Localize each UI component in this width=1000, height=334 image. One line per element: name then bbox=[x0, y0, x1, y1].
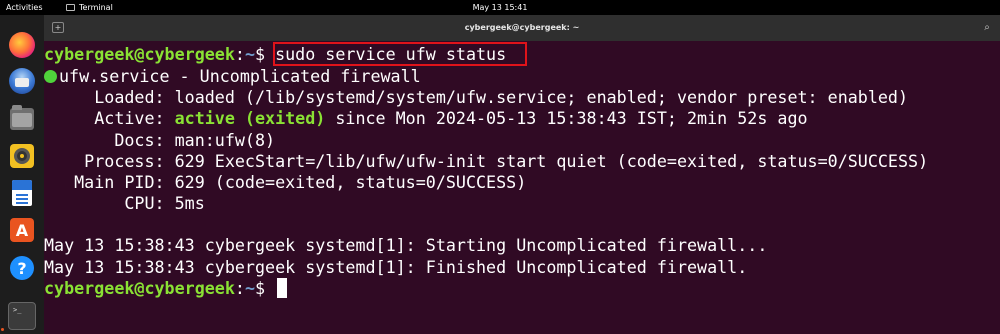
dock-item-firefox[interactable] bbox=[6, 29, 38, 61]
firefox-icon bbox=[9, 32, 35, 58]
prompt-symbol: $ bbox=[254, 278, 276, 298]
files-icon bbox=[10, 105, 34, 130]
prompt-path: ~ bbox=[244, 278, 255, 298]
terminal-glyph: >_ bbox=[13, 306, 22, 314]
docs-line: Docs: man:ufw(8) bbox=[44, 130, 276, 150]
prompt-path: ~ bbox=[244, 44, 255, 64]
active-indicator bbox=[1, 328, 4, 331]
prompt-user: cybergeek@cybergeek bbox=[44, 278, 235, 298]
dock-item-thunderbird[interactable] bbox=[6, 65, 38, 97]
loaded-line: Loaded: loaded (/lib/systemd/system/ufw.… bbox=[44, 87, 909, 107]
thunderbird-icon bbox=[9, 68, 35, 94]
cpu-line: CPU: 5ms bbox=[44, 193, 205, 213]
app-center-icon: A bbox=[10, 218, 34, 242]
text-cursor bbox=[277, 278, 288, 298]
prompt-line-2: cybergeek@cybergeek:~$ bbox=[44, 278, 288, 300]
dock-item-help[interactable]: ? bbox=[6, 252, 38, 284]
terminal-icon: >_ bbox=[8, 302, 36, 330]
dock-item-app-center[interactable]: A bbox=[6, 214, 38, 246]
dock-item-rhythmbox[interactable] bbox=[6, 140, 38, 172]
dock: A ? >_ bbox=[0, 15, 44, 334]
active-rest: since Mon 2024-05-13 15:38:43 IST; 2min … bbox=[325, 108, 808, 128]
writer-icon bbox=[12, 180, 32, 206]
window-title: cybergeek@cybergeek: ~ bbox=[464, 23, 580, 32]
terminal-output[interactable]: cybergeek@cybergeek:~$ sudo service ufw … bbox=[44, 41, 1000, 334]
prompt-user: cybergeek@cybergeek bbox=[44, 44, 235, 64]
dock-item-terminal[interactable]: >_ bbox=[6, 300, 38, 332]
mainpid-line: Main PID: 629 (code=exited, status=0/SUC… bbox=[44, 172, 527, 192]
top-bar: Activities Terminal May 13 15:41 bbox=[0, 0, 1000, 15]
search-icon[interactable]: ⌕ bbox=[980, 21, 994, 35]
active-status: active (exited) bbox=[174, 108, 326, 128]
dock-item-files[interactable] bbox=[6, 103, 38, 135]
dock-item-writer[interactable] bbox=[6, 177, 38, 209]
service-text: ufw.service - Uncomplicated firewall bbox=[59, 66, 421, 86]
log-line: May 13 15:38:43 cybergeek systemd[1]: St… bbox=[44, 235, 768, 255]
help-icon: ? bbox=[10, 256, 34, 280]
process-line: Process: 629 ExecStart=/lib/ufw/ufw-init… bbox=[44, 151, 929, 171]
clock[interactable]: May 13 15:41 bbox=[473, 3, 528, 12]
active-label: Active: bbox=[44, 108, 175, 128]
prompt-separator: : bbox=[234, 44, 245, 64]
terminal-header-bar: + cybergeek@cybergeek: ~ ⌕ bbox=[44, 15, 1000, 41]
status-dot-icon bbox=[44, 70, 57, 83]
active-line: Active: active (exited) since Mon 2024-0… bbox=[44, 108, 808, 130]
clock-container: May 13 15:41 bbox=[0, 0, 1000, 15]
log-line: May 13 15:38:43 cybergeek systemd[1]: Fi… bbox=[44, 257, 748, 277]
service-line: ufw.service - Uncomplicated firewall bbox=[44, 66, 421, 88]
prompt-separator: : bbox=[234, 278, 245, 298]
rhythmbox-icon bbox=[10, 144, 34, 168]
command-highlight-box bbox=[273, 42, 527, 66]
